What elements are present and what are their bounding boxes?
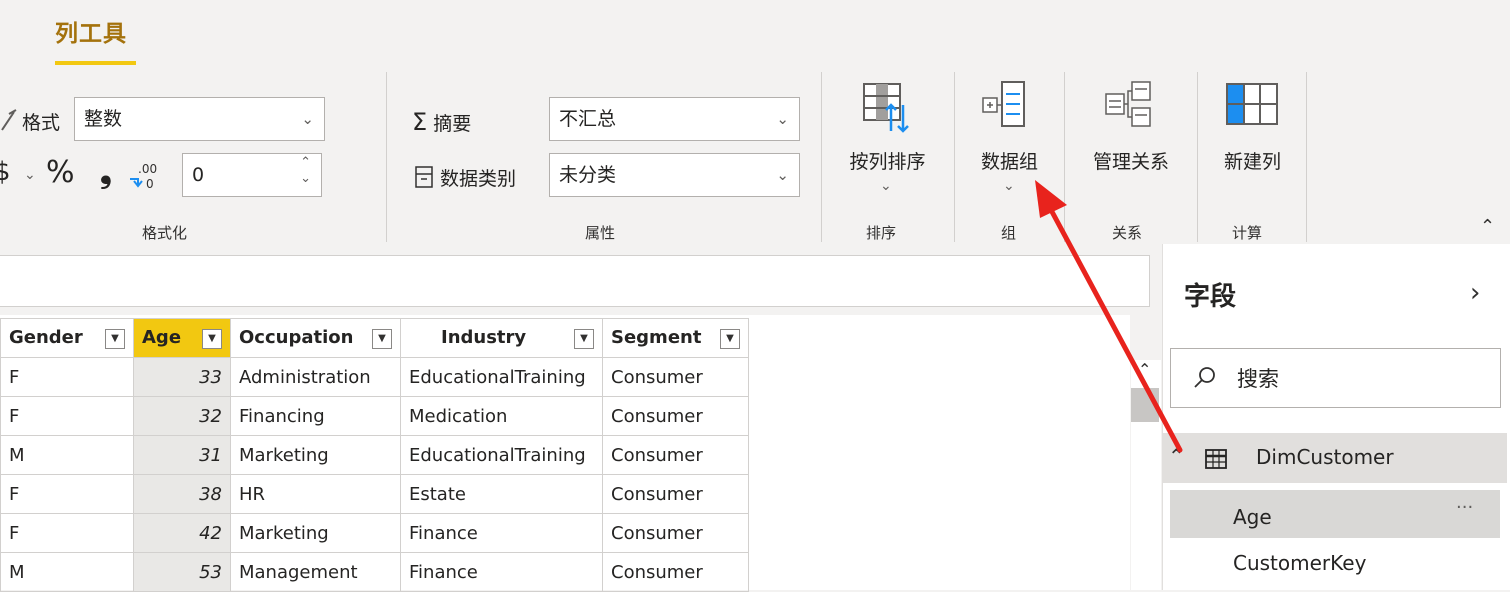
annotation-arrow bbox=[1035, 180, 1183, 453]
